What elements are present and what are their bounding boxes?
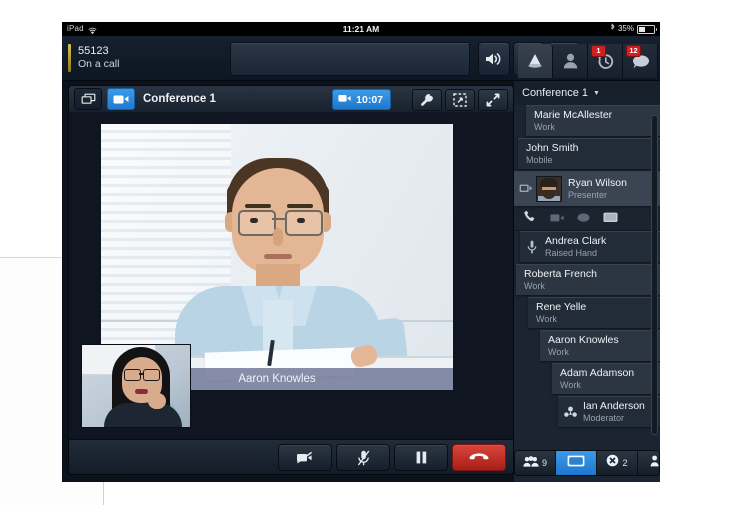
video-panel: Conference 1 10:07 Aaron Knowles bbox=[68, 85, 514, 475]
participant-name: Adam Adamson bbox=[560, 367, 635, 379]
participant-sub: Work bbox=[560, 380, 581, 390]
messages-badge: 12 bbox=[626, 45, 641, 57]
call-timer-text: 10:07 bbox=[356, 93, 383, 106]
screen: iPad 11:21 AM 35% 55123 On a call 1 12 C… bbox=[0, 0, 747, 505]
tab-contacts[interactable] bbox=[553, 44, 588, 78]
active-speaker-name: Aaron Knowles bbox=[238, 373, 316, 385]
participant-sub: Raised Hand bbox=[545, 248, 598, 258]
video-panel-header: Conference 1 10:07 bbox=[69, 86, 513, 113]
settings-wrench-button[interactable] bbox=[412, 89, 442, 111]
list-item[interactable]: Aaron Knowles Work bbox=[540, 330, 660, 361]
chevron-down-icon: ▼ bbox=[593, 89, 600, 97]
self-view-video[interactable] bbox=[81, 344, 191, 428]
list-item[interactable]: Rene Yelle Work bbox=[528, 297, 660, 328]
list-item[interactable]: Roberta French Work bbox=[516, 264, 660, 295]
call-info[interactable]: 55123 On a call bbox=[68, 41, 119, 75]
person-speaking-icon bbox=[650, 454, 660, 472]
participants-footer-buttons: 9 2 bbox=[514, 450, 660, 476]
call-controls-bar bbox=[69, 439, 513, 474]
list-item[interactable]: Marie McAllester Work bbox=[526, 105, 660, 136]
hold-call-button[interactable] bbox=[394, 444, 448, 471]
bluetooth-icon bbox=[610, 22, 615, 36]
participant-count-button[interactable]: 9 bbox=[515, 451, 556, 475]
screen-share-icon bbox=[518, 183, 534, 195]
declined-count: 2 bbox=[622, 458, 628, 468]
dial-input[interactable] bbox=[230, 42, 470, 76]
camera-button[interactable] bbox=[107, 88, 135, 110]
crop-region-button[interactable] bbox=[445, 89, 475, 111]
participant-name: Ian Anderson bbox=[583, 400, 645, 412]
app-body: Conference 1 10:07 Aaron Knowles Confere… bbox=[62, 81, 660, 482]
call-controls bbox=[278, 444, 506, 471]
chat-bubble-icon[interactable] bbox=[577, 210, 590, 228]
list-item[interactable]: Ryan Wilson Presenter bbox=[514, 171, 660, 206]
participant-sub: Work bbox=[534, 122, 555, 132]
participant-list[interactable]: Marie McAllester Work John Smith Mobile bbox=[514, 105, 660, 443]
raised-hand-icon bbox=[524, 240, 540, 254]
tab-conference[interactable] bbox=[518, 44, 553, 78]
video-camera-icon bbox=[338, 94, 351, 106]
participant-name: Ryan Wilson bbox=[568, 177, 627, 189]
ios-status-bar: iPad 11:21 AM 35% bbox=[62, 22, 660, 36]
battery-icon bbox=[637, 24, 657, 34]
avatar bbox=[536, 176, 562, 202]
call-number: 55123 bbox=[78, 45, 109, 57]
participant-sub: Moderator bbox=[583, 413, 625, 423]
participant-sub: Presenter bbox=[568, 190, 608, 200]
list-item[interactable]: Andrea Clark Raised Hand bbox=[520, 231, 660, 262]
participant-name: Rene Yelle bbox=[536, 301, 587, 313]
video-layout-button[interactable] bbox=[556, 451, 597, 475]
stop-video-button[interactable] bbox=[278, 444, 332, 471]
panel-tabs: 1 12 bbox=[518, 44, 658, 78]
phone-icon[interactable] bbox=[524, 210, 537, 228]
participants-panel: Conference 1 ▼ Marie McAllester Work Joh… bbox=[514, 81, 660, 482]
screen-icon[interactable] bbox=[603, 210, 618, 228]
speaking-participant-button[interactable] bbox=[638, 451, 660, 475]
participants-panel-header[interactable]: Conference 1 ▼ bbox=[514, 81, 660, 105]
list-item[interactable]: John Smith Mobile bbox=[518, 138, 660, 169]
status-bar-right: 35% bbox=[610, 22, 657, 36]
people-icon bbox=[523, 454, 539, 472]
tab-messages[interactable]: 12 bbox=[623, 44, 658, 78]
speaker-button[interactable] bbox=[478, 42, 510, 76]
history-badge: 1 bbox=[591, 45, 606, 57]
video-camera-icon[interactable] bbox=[550, 210, 564, 228]
list-item[interactable]: Ian Anderson Moderator bbox=[558, 396, 660, 427]
app-top-bar: 55123 On a call 1 12 bbox=[62, 36, 660, 81]
participant-sub: Work bbox=[536, 314, 557, 324]
participant-sub: Work bbox=[524, 281, 545, 291]
screen-icon bbox=[567, 454, 585, 472]
participant-sub: Mobile bbox=[526, 155, 553, 165]
video-panel-tools bbox=[412, 89, 508, 111]
declined-count-button[interactable]: 2 bbox=[597, 451, 638, 475]
fullscreen-button[interactable] bbox=[478, 89, 508, 111]
tablet-device: iPad 11:21 AM 35% 55123 On a call 1 12 C… bbox=[62, 22, 660, 482]
participant-name: Aaron Knowles bbox=[548, 334, 619, 346]
moderator-icon bbox=[562, 406, 578, 419]
call-status-indicator bbox=[68, 44, 71, 72]
conference-title: Conference 1 bbox=[143, 93, 216, 105]
blocked-icon bbox=[606, 454, 619, 472]
participants-footer: 9 2 bbox=[514, 443, 660, 482]
mute-microphone-button[interactable] bbox=[336, 444, 390, 471]
video-stage: Aaron Knowles bbox=[69, 112, 513, 440]
status-bar-clock: 11:21 AM bbox=[342, 24, 380, 34]
call-timer: 10:07 bbox=[332, 89, 391, 110]
list-item[interactable]: Adam Adamson Work bbox=[552, 363, 660, 394]
participant-row-actions bbox=[514, 208, 660, 231]
battery-percent: 35% bbox=[617, 24, 634, 33]
participant-name: Andrea Clark bbox=[545, 235, 607, 247]
layout-button[interactable] bbox=[74, 88, 102, 110]
participant-list-scrollbar[interactable] bbox=[651, 115, 658, 435]
participant-count: 9 bbox=[541, 458, 547, 468]
participants-panel-title: Conference 1 bbox=[522, 87, 589, 99]
participant-name: Marie McAllester bbox=[534, 109, 613, 121]
tab-history[interactable]: 1 bbox=[588, 44, 623, 78]
end-call-button[interactable] bbox=[452, 444, 506, 471]
participant-sub: Work bbox=[548, 347, 569, 357]
participant-name: Roberta French bbox=[524, 268, 597, 280]
participant-name: John Smith bbox=[526, 142, 579, 154]
call-status-text: On a call bbox=[78, 58, 120, 70]
